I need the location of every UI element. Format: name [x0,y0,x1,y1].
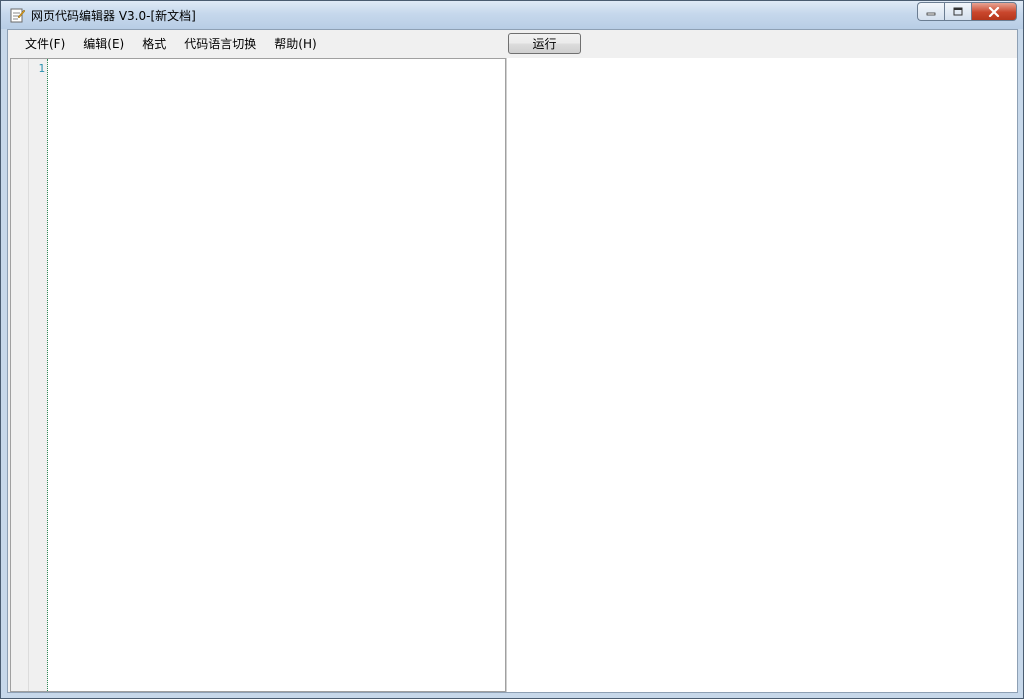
window-controls [917,2,1017,21]
close-button[interactable] [971,2,1017,21]
fold-margin[interactable] [11,59,29,691]
menu-file[interactable]: 文件(F) [16,34,74,54]
maximize-button[interactable] [944,2,971,21]
client-area: 文件(F) 编辑(E) 格式 代码语言切换 帮助(H) 运行 1 [7,29,1018,693]
menu-edit[interactable]: 编辑(E) [74,34,133,54]
menu-language-switch[interactable]: 代码语言切换 [175,34,265,54]
notepad-icon [9,7,26,23]
window-title: 网页代码编辑器 V3.0-[新文档] [31,9,196,23]
preview-pane[interactable] [506,58,1017,692]
code-input[interactable] [49,59,505,691]
menu-format[interactable]: 格式 [133,34,175,54]
close-icon [988,6,1000,17]
run-button[interactable]: 运行 [508,33,581,54]
code-editor: 1 [10,58,506,692]
line-number-gutter: 1 [29,59,48,691]
app-window: 网页代码编辑器 V3.0-[新文档] 文件(F) 编辑(E) 格式 代码语言切换… [0,0,1024,699]
menu-bar: 文件(F) 编辑(E) 格式 代码语言切换 帮助(H) [8,30,508,58]
line-number: 1 [38,62,45,75]
minimize-icon [926,12,936,15]
menu-help[interactable]: 帮助(H) [265,34,325,54]
maximize-icon [953,7,963,16]
title-bar[interactable]: 网页代码编辑器 V3.0-[新文档] [1,1,1023,29]
minimize-button[interactable] [917,2,944,21]
